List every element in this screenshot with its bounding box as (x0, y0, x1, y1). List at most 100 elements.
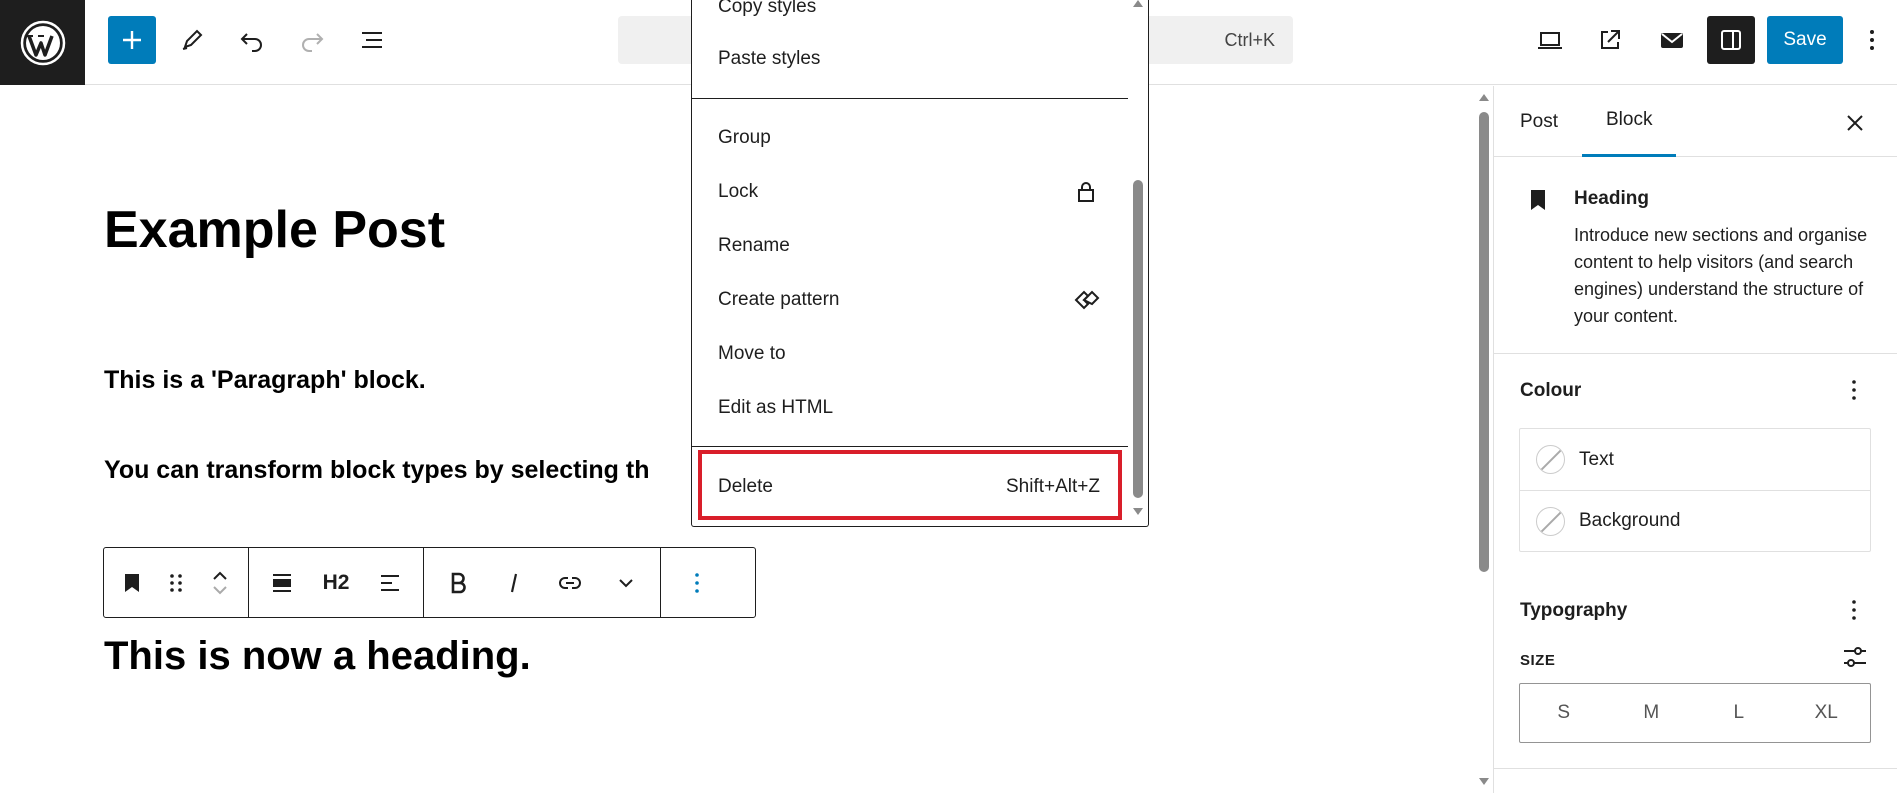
close-sidebar-button[interactable] (1838, 106, 1872, 140)
canvas-scrollbar[interactable] (1475, 86, 1493, 793)
bold-icon (451, 572, 466, 593)
scroll-down-arrow[interactable] (1479, 778, 1489, 785)
menu-scrollbar[interactable] (1130, 0, 1146, 527)
envelope-icon (1661, 33, 1683, 48)
menu-item-label: Rename (718, 235, 790, 256)
menu-item-delete[interactable]: Delete Shift+Alt+Z (702, 463, 1116, 511)
block-card-description: Introduce new sections and organise cont… (1574, 225, 1868, 326)
vertical-ellipsis-icon (1870, 30, 1874, 50)
list-view-icon (362, 32, 382, 48)
redo-button[interactable] (288, 16, 336, 64)
more-rich-text-button[interactable] (598, 553, 654, 613)
align-button[interactable] (255, 553, 309, 613)
add-block-button[interactable] (108, 16, 156, 64)
font-size-option-s[interactable]: S (1520, 684, 1608, 742)
vertical-ellipsis-icon (1852, 600, 1856, 620)
scroll-up-arrow[interactable] (1133, 0, 1143, 7)
wordpress-logo-icon[interactable] (0, 0, 85, 85)
bookmark-icon (125, 573, 139, 592)
menu-item-lock[interactable]: Lock (702, 168, 1116, 216)
paragraph-block[interactable]: This is a 'Paragraph' block. (104, 366, 426, 395)
menu-item-move-to[interactable]: Move to (702, 330, 1116, 378)
empty-swatch-icon (1536, 445, 1565, 474)
block-type-button[interactable] (110, 553, 154, 613)
tab-post[interactable]: Post (1520, 86, 1558, 157)
align-wide-icon (273, 573, 291, 592)
block-toolbar: H2 (103, 547, 756, 618)
block-card-title: Heading (1574, 188, 1649, 209)
drag-handle[interactable] (154, 553, 198, 613)
font-size-option-m[interactable]: M (1608, 684, 1696, 742)
block-card: Heading Introduce new sections and organ… (1494, 158, 1897, 354)
drag-handle-icon (170, 573, 182, 592)
menu-item-label: Move to (718, 343, 786, 364)
font-size-option-xl[interactable]: XL (1783, 684, 1871, 742)
menu-item-rename[interactable]: Rename (702, 222, 1116, 270)
colour-background-option[interactable]: Background (1520, 490, 1870, 551)
paragraph-block[interactable]: You can transform block types by selecti… (104, 456, 650, 485)
align-left-icon (381, 574, 399, 591)
block-options-menu: Copy styles Paste styles Group Lock Rena… (691, 0, 1149, 527)
link-icon (559, 576, 581, 589)
menu-item-create-pattern[interactable]: Create pattern (702, 276, 1116, 324)
block-toolbar-group (661, 548, 733, 617)
heading-level-button[interactable]: H2 (309, 553, 363, 613)
heading-block[interactable]: This is now a heading. (104, 634, 531, 679)
document-overview-button[interactable] (348, 16, 396, 64)
typography-panel-title[interactable]: Typography (1520, 600, 1627, 622)
block-toolbar-group (104, 548, 249, 617)
scroll-down-arrow[interactable] (1133, 508, 1143, 515)
colour-options-button[interactable] (1840, 376, 1868, 404)
menu-item-paste-styles[interactable]: Paste styles (702, 35, 1116, 83)
empty-swatch-icon (1536, 506, 1565, 536)
font-size-picker: S M L XL (1519, 683, 1871, 743)
typography-options-button[interactable] (1840, 596, 1868, 624)
menu-item-label: Paste styles (718, 48, 821, 69)
colour-option-label: Background (1579, 510, 1681, 531)
undo-button[interactable] (228, 16, 276, 64)
bold-button[interactable] (430, 553, 486, 613)
move-up-down-buttons[interactable] (198, 553, 242, 613)
laptop-icon (1538, 32, 1562, 49)
options-button[interactable] (1857, 16, 1887, 64)
font-size-option-l[interactable]: L (1695, 684, 1783, 742)
menu-item-label: Edit as HTML (718, 397, 834, 418)
undo-icon (240, 33, 262, 52)
link-button[interactable] (542, 553, 598, 613)
sliders-icon[interactable] (1840, 642, 1870, 672)
menu-separator (692, 98, 1128, 99)
heading-level-label: H2 (322, 570, 350, 594)
panel-divider (1494, 768, 1897, 769)
italic-button[interactable] (486, 553, 542, 613)
colour-text-option[interactable]: Text (1520, 429, 1870, 490)
settings-sidebar-toggle[interactable] (1707, 16, 1755, 64)
settings-sidebar: Post Block Heading Introduce new section… (1493, 86, 1897, 793)
lock-icon (1078, 182, 1094, 202)
scrollbar-thumb[interactable] (1133, 180, 1143, 498)
bookmark-icon (1531, 190, 1545, 210)
tab-block[interactable]: Block (1582, 86, 1677, 157)
colour-option-label: Text (1579, 448, 1614, 470)
italic-icon (510, 573, 518, 592)
search-shortcut: Ctrl+K (1224, 30, 1275, 50)
scroll-up-arrow[interactable] (1479, 94, 1489, 101)
size-label: SIZE (1520, 652, 1556, 669)
block-options-button[interactable] (667, 553, 727, 613)
menu-item-edit-as-html[interactable]: Edit as HTML (702, 384, 1116, 432)
scrollbar-thumb[interactable] (1479, 112, 1489, 572)
preview-button[interactable] (1526, 16, 1574, 64)
post-title[interactable]: Example Post (104, 200, 445, 260)
chevron-up-down-icon (213, 571, 227, 594)
vertical-ellipsis-icon (1852, 380, 1856, 400)
pencil-icon (182, 29, 203, 50)
text-align-button[interactable] (363, 553, 417, 613)
save-button[interactable]: Save (1767, 16, 1843, 64)
tools-button[interactable] (168, 16, 216, 64)
menu-item-group[interactable]: Group (702, 114, 1116, 162)
view-post-button[interactable] (1586, 16, 1634, 64)
menu-item-copy-styles[interactable]: Copy styles (702, 0, 1116, 31)
colour-panel-title[interactable]: Colour (1520, 380, 1581, 402)
pattern-icon (1074, 290, 1100, 310)
envelope-button[interactable] (1648, 16, 1696, 64)
plus-icon (123, 31, 141, 49)
